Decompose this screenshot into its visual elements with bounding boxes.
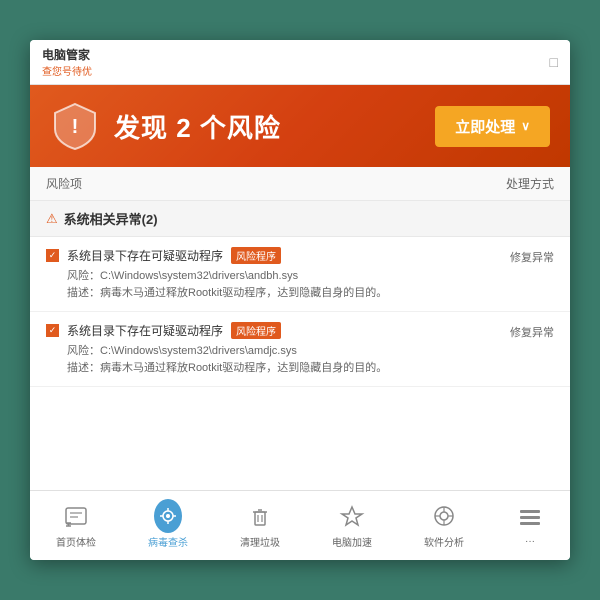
risk-tag: 风险程序 — [231, 247, 281, 264]
risk-action[interactable]: 修复异常 — [500, 322, 554, 340]
risk-detail: 风险：C:\Windows\system32\drivers\andbh.sys… — [46, 268, 500, 301]
header-title: 发现 2 个风险 — [114, 108, 281, 145]
col-action-label: 处理方式 — [506, 175, 554, 192]
risk-desc: 病毒木马通过释放Rootkit驱动程序，达到隐藏自身的目的。 — [100, 362, 387, 374]
risk-action[interactable]: 修复异常 — [500, 247, 554, 265]
nav-label-virus: 病毒查杀 — [148, 534, 188, 549]
software-analysis-icon — [430, 502, 458, 530]
header-left: ! 发现 2 个风险 — [50, 101, 281, 151]
section-warning-icon: ⚠ — [46, 211, 58, 227]
virus-scan-icon — [154, 502, 182, 530]
app-title: 电脑管家 — [42, 46, 92, 63]
risk-path-label: 风险： — [67, 345, 100, 357]
section-title: ⚠ 系统相关异常(2) — [30, 201, 570, 237]
section-title-text: 系统相关异常(2) — [64, 209, 158, 228]
nav-item-clean[interactable]: 清理垃圾 — [232, 498, 288, 553]
app-window: 电脑管家 查您号待优 □ ! 发现 2 个风险 立即处理 ∨ 风险项 处理方式 — [30, 40, 570, 560]
risk-title-row: ✓ 系统目录下存在可疑驱动程序 风险程序 — [46, 247, 500, 264]
table-header: 风险项 处理方式 — [30, 167, 570, 201]
bottom-nav: 首页体检 病毒查杀 — [30, 490, 570, 560]
risk-desc-label: 描述： — [67, 362, 100, 374]
nav-item-virus[interactable]: 病毒查杀 — [140, 498, 196, 553]
nav-label-home: 首页体检 — [56, 534, 96, 549]
risk-item: ✓ 系统目录下存在可疑驱动程序 风险程序 风险：C:\Windows\syste… — [30, 312, 570, 387]
risk-name: 系统目录下存在可疑驱动程序 — [67, 322, 223, 339]
shield-icon: ! — [50, 101, 100, 151]
home-check-icon — [62, 502, 90, 530]
risk-item: ✓ 系统目录下存在可疑驱动程序 风险程序 风险：C:\Windows\syste… — [30, 237, 570, 312]
nav-item-speed[interactable]: 电脑加速 — [324, 498, 380, 553]
risk-path-label: 风险： — [67, 270, 100, 282]
clean-trash-icon — [246, 502, 274, 530]
titlebar: 电脑管家 查您号待优 □ — [30, 40, 570, 85]
risk-title-row: ✓ 系统目录下存在可疑驱动程序 风险程序 — [46, 322, 500, 339]
window-controls: □ — [550, 54, 558, 70]
monitor-icon: □ — [550, 54, 558, 70]
nav-item-home[interactable]: 首页体检 — [48, 498, 104, 553]
risk-desc: 病毒木马通过释放Rootkit驱动程序，达到隐藏自身的目的。 — [100, 287, 387, 299]
nav-item-more[interactable]: ··· — [508, 500, 552, 551]
risk-checkbox[interactable]: ✓ — [46, 324, 59, 337]
nav-label-clean: 清理垃圾 — [240, 534, 280, 549]
nav-item-software[interactable]: 软件分析 — [416, 498, 472, 553]
titlebar-left: 电脑管家 查您号待优 — [42, 46, 92, 78]
risk-checkbox[interactable]: ✓ — [46, 249, 59, 262]
risk-path: C:\Windows\system32\drivers\amdjc.sys — [100, 345, 297, 357]
action-button[interactable]: 立即处理 ∨ — [435, 106, 550, 147]
app-subtitle[interactable]: 查您号待优 — [42, 63, 92, 78]
nav-label-speed: 电脑加速 — [332, 534, 372, 549]
risk-path: C:\Windows\system32\drivers\andbh.sys — [100, 270, 298, 282]
nav-label-more: ··· — [525, 536, 535, 547]
nav-label-software: 软件分析 — [424, 534, 464, 549]
header-banner: ! 发现 2 个风险 立即处理 ∨ — [30, 85, 570, 167]
risk-detail: 风险：C:\Windows\system32\drivers\amdjc.sys… — [46, 343, 500, 376]
more-icon — [516, 504, 544, 532]
content-area: 风险项 处理方式 ⚠ 系统相关异常(2) ✓ 系统目录下存在可疑驱动程序 风险程… — [30, 167, 570, 490]
speed-boost-icon — [338, 502, 366, 530]
svg-text:!: ! — [72, 116, 79, 138]
risk-desc-label: 描述： — [67, 287, 100, 299]
risk-item-left: ✓ 系统目录下存在可疑驱动程序 风险程序 风险：C:\Windows\syste… — [46, 322, 500, 376]
col-risk-label: 风险项 — [46, 175, 82, 192]
risk-tag: 风险程序 — [231, 322, 281, 339]
action-button-label: 立即处理 — [455, 116, 515, 137]
risk-name: 系统目录下存在可疑驱动程序 — [67, 247, 223, 264]
risk-item-left: ✓ 系统目录下存在可疑驱动程序 风险程序 风险：C:\Windows\syste… — [46, 247, 500, 301]
action-button-arrow: ∨ — [521, 119, 530, 133]
